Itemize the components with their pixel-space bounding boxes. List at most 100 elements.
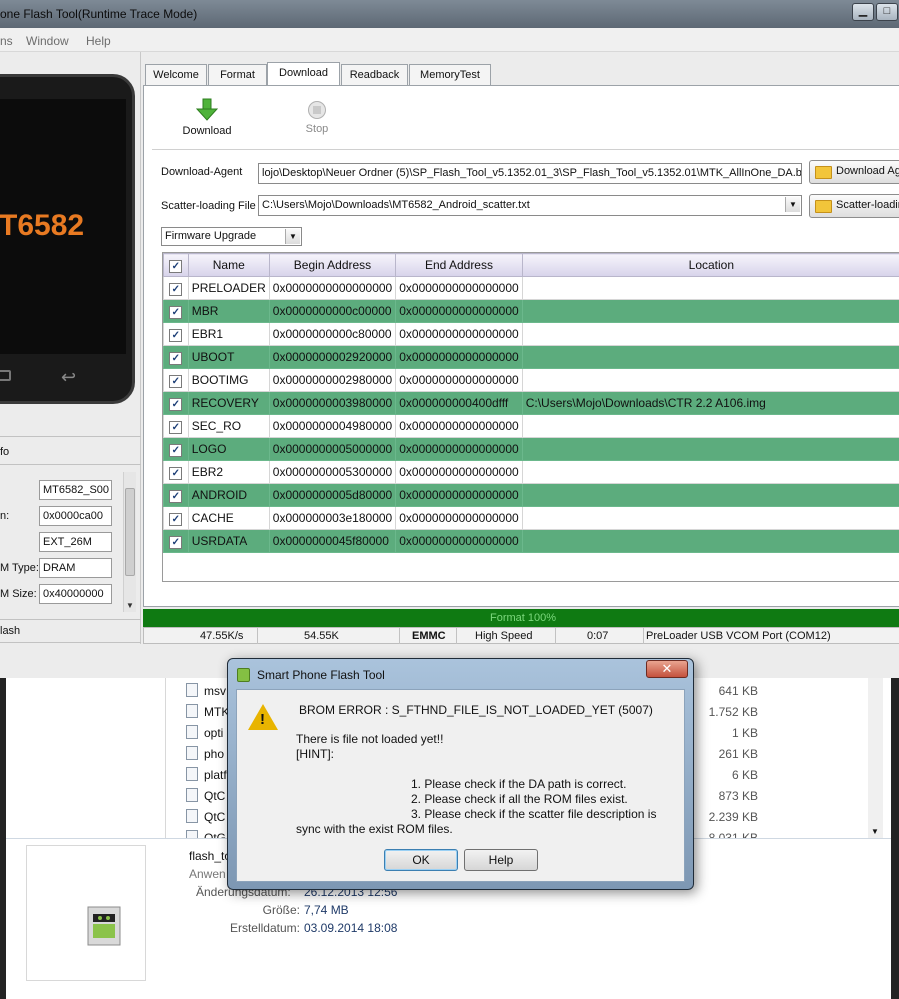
download-button[interactable]: Download [178, 98, 236, 137]
location-cell[interactable] [521, 322, 899, 346]
tab-download[interactable]: Download [267, 62, 340, 87]
row-checkbox[interactable]: ✓ [163, 322, 189, 346]
divider [0, 464, 141, 465]
row-checkbox[interactable]: ✓ [163, 529, 189, 553]
chip-field: MT6582_S00 [39, 480, 112, 500]
location-cell[interactable] [521, 345, 899, 369]
window-frame [891, 678, 899, 999]
header-select-all[interactable]: ✓ [163, 253, 189, 277]
detail-label: Erstelldatum: [229, 921, 300, 935]
row-checkbox[interactable]: ✓ [163, 276, 189, 300]
location-cell[interactable] [521, 299, 899, 323]
table-row[interactable]: ✓ PRELOADER 0x0000000000000000 0x0000000000… [163, 276, 899, 300]
row-checkbox[interactable]: ✓ [163, 414, 189, 438]
begin-address-cell: 0x000000003e180000 [268, 506, 397, 530]
checkbox-checked-icon[interactable]: ✓ [169, 351, 183, 365]
header-begin-address[interactable]: Begin Address [268, 253, 397, 277]
location-cell[interactable] [521, 483, 899, 507]
header-end-address[interactable]: End Address [395, 253, 523, 277]
header-location[interactable]: Location [521, 253, 899, 277]
file-name: platf [204, 768, 227, 782]
menu-options[interactable]: ns [0, 34, 13, 48]
chevron-down-icon[interactable]: ▼ [285, 229, 300, 244]
dialog-title: Smart Phone Flash Tool [257, 668, 385, 682]
maximize-button[interactable]: □ [876, 3, 898, 21]
table-row[interactable]: ✓ CACHE 0x000000003e180000 0x00000000000000… [163, 506, 899, 530]
tab-welcome[interactable]: Welcome [145, 64, 207, 86]
scatter-loading-button[interactable]: Scatter-loadin [809, 194, 899, 218]
close-button[interactable]: ✕ [646, 660, 688, 678]
checkbox-checked-icon[interactable]: ✓ [169, 466, 183, 480]
table-row[interactable]: ✓ RECOVERY 0x0000000003980000 0x00000000040… [163, 391, 899, 415]
help-button[interactable]: Help [464, 849, 538, 871]
location-cell[interactable] [521, 414, 899, 438]
tab-memorytest[interactable]: MemoryTest [409, 64, 491, 86]
location-cell[interactable] [521, 529, 899, 553]
file-list-scrollbar[interactable]: ▼ [868, 678, 883, 838]
partition-name-cell: EBR1 [187, 322, 270, 346]
file-icon [186, 809, 198, 823]
location-cell[interactable] [521, 276, 899, 300]
checkbox-checked-icon[interactable]: ✓ [169, 489, 183, 503]
minimize-button[interactable]: ▁ [852, 3, 874, 21]
begin-address-cell: 0x0000000005300000 [268, 460, 397, 484]
android-app-icon [87, 906, 121, 946]
mode-select[interactable]: Firmware Upgrade ▼ [161, 227, 302, 246]
row-checkbox[interactable]: ✓ [163, 506, 189, 530]
checkbox-checked-icon[interactable]: ✓ [169, 328, 183, 342]
field-label: M Type: [0, 562, 39, 574]
location-cell[interactable]: C:\Users\Mojo\Downloads\CTR 2.2 A106.img [521, 391, 899, 415]
scatter-file-path-text: C:\Users\Mojo\Downloads\MT6582_Android_s… [262, 199, 530, 211]
checkbox-checked-icon[interactable]: ✓ [169, 397, 183, 411]
scroll-down-icon[interactable]: ▼ [871, 827, 879, 836]
download-agent-button[interactable]: Download Ag [809, 160, 899, 184]
ok-button[interactable]: OK [384, 849, 458, 871]
header-name[interactable]: Name [187, 253, 270, 277]
table-row[interactable]: ✓ ANDROID 0x0000000005d80000 0x000000000000… [163, 483, 899, 507]
table-row[interactable]: ✓ EBR2 0x0000000005300000 0x000000000000000… [163, 460, 899, 484]
location-cell[interactable] [521, 437, 899, 461]
row-checkbox[interactable]: ✓ [163, 299, 189, 323]
scatter-file-path[interactable]: C:\Users\Mojo\Downloads\MT6582_Android_s… [258, 195, 802, 216]
chevron-down-icon[interactable]: ▼ [785, 197, 800, 212]
field-label: M Size: [0, 588, 37, 600]
download-agent-path[interactable]: lojo\Desktop\Neuer Ordner (5)\SP_Flash_T… [258, 163, 802, 184]
menu-window[interactable]: Window [26, 34, 69, 48]
file-size: 261 KB [718, 747, 758, 761]
table-row[interactable]: ✓ UBOOT 0x0000000002920000 0x00000000000000… [163, 345, 899, 369]
menu-help[interactable]: Help [86, 34, 111, 48]
table-row[interactable]: ✓ BOOTIMG 0x0000000002980000 0x000000000000… [163, 368, 899, 392]
row-checkbox[interactable]: ✓ [163, 368, 189, 392]
tab-readback[interactable]: Readback [341, 64, 408, 86]
checkbox-checked-icon[interactable]: ✓ [169, 512, 183, 526]
partition-name-cell: EBR2 [187, 460, 270, 484]
scrollbar-thumb[interactable] [125, 488, 135, 576]
phone-screen: T6582 [0, 99, 126, 354]
row-checkbox[interactable]: ✓ [163, 391, 189, 415]
row-checkbox[interactable]: ✓ [163, 460, 189, 484]
row-checkbox[interactable]: ✓ [163, 437, 189, 461]
table-row[interactable]: ✓ MBR 0x0000000000c00000 0x0000000000000000 [163, 299, 899, 323]
row-checkbox[interactable]: ✓ [163, 483, 189, 507]
info-scrollbar[interactable]: ▼ [123, 472, 136, 612]
checkbox-checked-icon[interactable]: ✓ [169, 374, 183, 388]
table-row[interactable]: ✓ USRDATA 0x0000000045f80000 0x000000000000… [163, 529, 899, 553]
tab-format[interactable]: Format [208, 64, 267, 86]
checkbox-checked-icon[interactable]: ✓ [169, 259, 183, 273]
table-row[interactable]: ✓ SEC_RO 0x0000000004980000 0x0000000000000… [163, 414, 899, 438]
checkbox-checked-icon[interactable]: ✓ [169, 282, 183, 296]
checkbox-checked-icon[interactable]: ✓ [169, 305, 183, 319]
location-cell[interactable] [521, 368, 899, 392]
file-thumbnail [26, 845, 146, 981]
checkbox-checked-icon[interactable]: ✓ [169, 443, 183, 457]
stop-button[interactable]: Stop [292, 100, 342, 135]
checkbox-checked-icon[interactable]: ✓ [169, 420, 183, 434]
location-cell[interactable] [521, 506, 899, 530]
checkbox-checked-icon[interactable]: ✓ [169, 535, 183, 549]
scroll-down-icon[interactable]: ▼ [126, 601, 134, 610]
location-cell[interactable] [521, 460, 899, 484]
row-checkbox[interactable]: ✓ [163, 345, 189, 369]
begin-address-cell: 0x0000000045f80000 [268, 529, 397, 553]
table-row[interactable]: ✓ EBR1 0x0000000000c80000 0x000000000000000… [163, 322, 899, 346]
table-row[interactable]: ✓ LOGO 0x0000000005000000 0x000000000000000… [163, 437, 899, 461]
